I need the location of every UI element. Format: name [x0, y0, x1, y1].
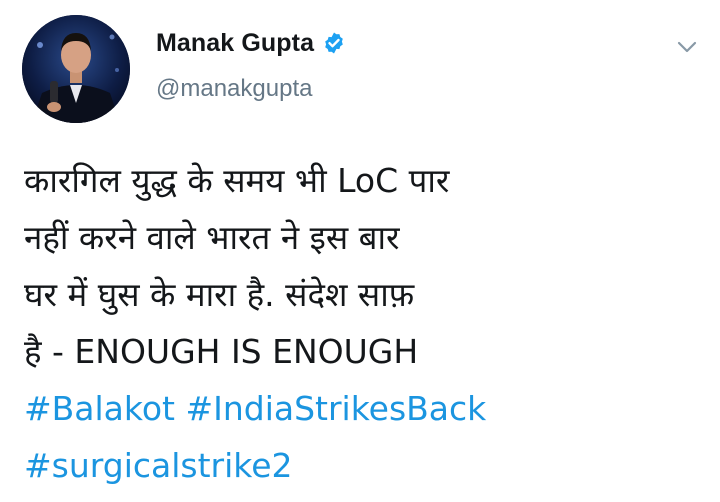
- hashtag-link[interactable]: #surgicalstrike2: [24, 446, 293, 485]
- chevron-down-icon[interactable]: [676, 36, 698, 58]
- hashtag-line: #Balakot #IndiaStrikesBack: [24, 380, 694, 437]
- author-name-row: Manak Gupta: [156, 27, 346, 59]
- hashtag-link[interactable]: #Balakot: [24, 389, 175, 428]
- tweet-text-line: घर में घुस के मारा है. संदेश साफ़: [24, 275, 415, 314]
- avatar[interactable]: [22, 15, 130, 123]
- verified-badge-icon: [322, 31, 346, 55]
- avatar-icon: [22, 15, 130, 123]
- hashtag-link[interactable]: #IndiaStrikesBack: [185, 389, 486, 428]
- hashtag-line: #surgicalstrike2: [24, 437, 694, 494]
- tweet-text-line: कारगिल युद्ध के समय भी LoC पार: [24, 161, 450, 200]
- tweet-header: Manak Gupta @manakgupta: [156, 27, 346, 103]
- tweet-text-line: है - ENOUGH IS ENOUGH: [24, 332, 419, 371]
- author-display-name[interactable]: Manak Gupta: [156, 29, 314, 58]
- author-handle[interactable]: @manakgupta: [156, 75, 346, 103]
- tweet-text: कारगिल युद्ध के समय भी LoC पार नहीं करने…: [24, 152, 694, 494]
- tweet-text-line: नहीं करने वाले भारत ने इस बार: [24, 218, 400, 257]
- tweet-card: Manak Gupta @manakgupta कारगिल युद्ध के …: [0, 0, 720, 502]
